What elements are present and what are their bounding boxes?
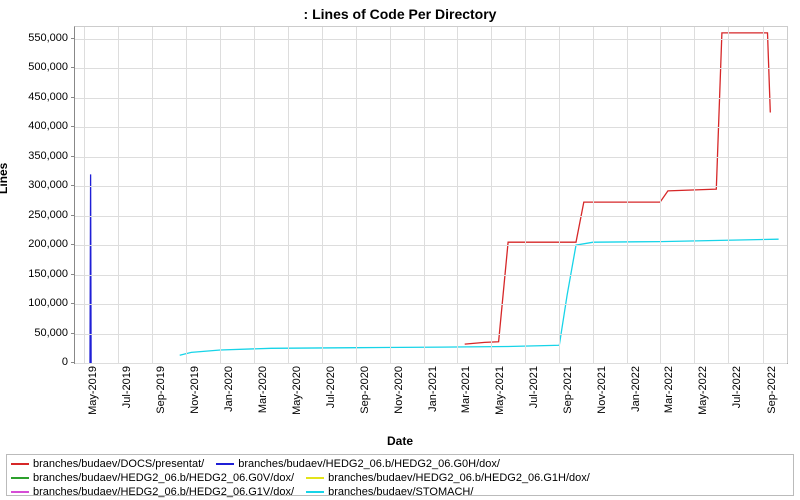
loc-per-directory-chart: : Lines of Code Per Directory Lines 050,… <box>0 0 800 500</box>
legend-label: branches/budaev/HEDG2_06.b/HEDG2_06.G1H/… <box>328 471 590 485</box>
x-tick-label: Jan-2020 <box>223 366 235 430</box>
x-tick-label: Sep-2019 <box>155 366 167 430</box>
x-tick-label: May-2022 <box>697 366 709 430</box>
legend-label: branches/budaev/HEDG2_06.b/HEDG2_06.G0V/… <box>33 471 294 485</box>
x-tick-label: Mar-2020 <box>257 366 269 430</box>
y-tick-label: 550,000 <box>6 32 68 44</box>
legend-label: branches/budaev/DOCS/presentat/ <box>33 457 204 471</box>
legend-swatch <box>11 463 29 465</box>
legend-label: branches/budaev/HEDG2_06.b/HEDG2_06.G1V/… <box>33 485 294 499</box>
chart-title: : Lines of Code Per Directory <box>0 6 800 22</box>
y-tick-label: 450,000 <box>6 91 68 103</box>
series-line <box>465 33 771 344</box>
series-line <box>90 174 91 363</box>
y-tick-label: 500,000 <box>6 61 68 73</box>
x-tick-label: May-2020 <box>291 366 303 430</box>
x-tick-label: Jul-2020 <box>325 366 337 430</box>
legend-item: branches/budaev/HEDG2_06.b/HEDG2_06.G1V/… <box>11 485 294 499</box>
legend-swatch <box>11 491 29 493</box>
x-tick-label: Jan-2021 <box>427 366 439 430</box>
x-tick-label: Jan-2022 <box>630 366 642 430</box>
y-tick-label: 300,000 <box>6 179 68 191</box>
x-tick-label: Nov-2021 <box>596 366 608 430</box>
y-tick-label: 150,000 <box>6 268 68 280</box>
y-tick-label: 100,000 <box>6 297 68 309</box>
legend-item: branches/budaev/HEDG2_06.b/HEDG2_06.G0H/… <box>216 457 500 471</box>
x-tick-label: Jul-2021 <box>528 366 540 430</box>
y-tick-label: 50,000 <box>6 327 68 339</box>
y-tick-label: 250,000 <box>6 209 68 221</box>
legend-item: branches/budaev/HEDG2_06.b/HEDG2_06.G0V/… <box>11 471 294 485</box>
x-tick-label: Sep-2020 <box>359 366 371 430</box>
y-tick-label: 200,000 <box>6 238 68 250</box>
series-svg <box>75 27 787 363</box>
y-tick-label: 400,000 <box>6 120 68 132</box>
x-tick-label: Sep-2021 <box>562 366 574 430</box>
legend: branches/budaev/DOCS/presentat/branches/… <box>6 454 794 496</box>
x-tick-label: Mar-2021 <box>460 366 472 430</box>
legend-swatch <box>11 477 29 479</box>
y-tick-label: 350,000 <box>6 150 68 162</box>
series-line <box>180 239 779 355</box>
x-tick-label: Jul-2019 <box>121 366 133 430</box>
legend-swatch <box>216 463 234 465</box>
x-tick-label: Jul-2022 <box>731 366 743 430</box>
x-tick-label: May-2019 <box>87 366 99 430</box>
x-tick-label: Nov-2019 <box>189 366 201 430</box>
legend-swatch <box>306 477 324 479</box>
legend-item: branches/budaev/DOCS/presentat/ <box>11 457 204 471</box>
legend-item: branches/budaev/HEDG2_06.b/HEDG2_06.G1H/… <box>306 471 590 485</box>
plot-area <box>74 26 788 364</box>
legend-swatch <box>306 491 324 493</box>
x-tick-label: Mar-2022 <box>663 366 675 430</box>
x-axis-label: Date <box>0 434 800 448</box>
y-tick-label: 0 <box>6 356 68 368</box>
legend-label: branches/budaev/HEDG2_06.b/HEDG2_06.G0H/… <box>238 457 500 471</box>
x-tick-label: Nov-2020 <box>393 366 405 430</box>
x-tick-label: Sep-2022 <box>766 366 778 430</box>
legend-item: branches/budaev/STOMACH/ <box>306 485 473 499</box>
legend-label: branches/budaev/STOMACH/ <box>328 485 473 499</box>
x-tick-label: May-2021 <box>494 366 506 430</box>
